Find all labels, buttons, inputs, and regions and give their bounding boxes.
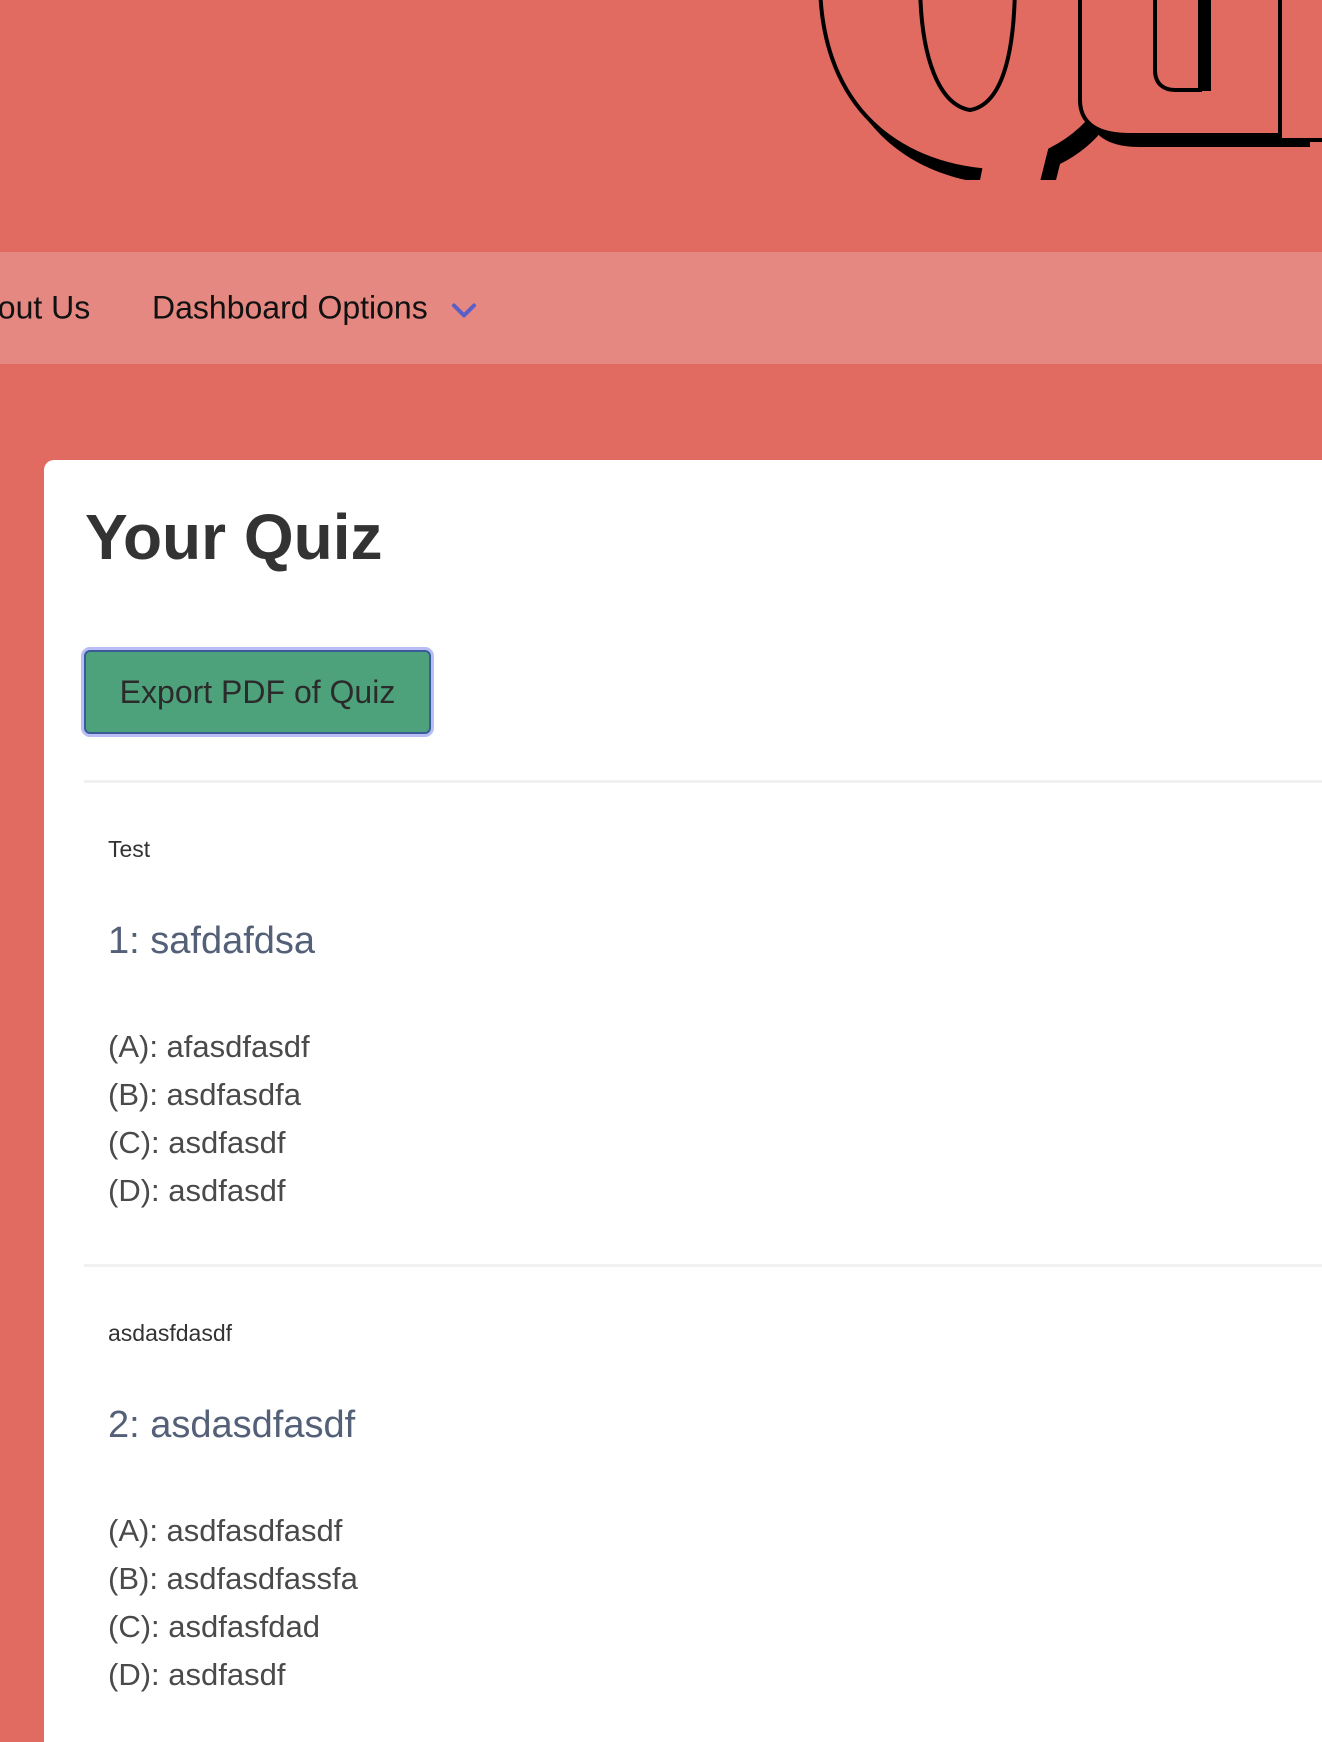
answer-option: (B): asdfasdfa [108,1077,301,1112]
export-pdf-button[interactable]: Export PDF of Quiz [84,650,431,734]
divider [84,780,1322,783]
answer-list: (A): asdfasdfasdf (B): asdfasdfassfa (C)… [108,1507,358,1699]
answer-option: (D): asdfasdf [108,1657,286,1692]
question-title: 2: asdasdfasdf [108,1404,356,1446]
page: Qu bout Us Dashboard Options Your Quiz E… [0,0,1322,1742]
divider [84,1264,1322,1267]
page-title: Your Quiz [85,501,383,573]
site-logo[interactable]: Qu [780,0,1322,180]
nav-dashboard-label: Dashboard Options [152,289,428,326]
question-note: asdasfdasdf [108,1320,233,1346]
answer-option: (B): asdfasdfassfa [108,1561,358,1596]
answer-option: (C): asdfasdf [108,1125,286,1160]
answer-list: (A): afasdfasdf (B): asdfasdfa (C): asdf… [108,1023,310,1215]
answer-option: (C): asdfasfdad [108,1609,320,1644]
header: Qu [0,0,1322,252]
answer-option: (A): asdfasdfasdf [108,1513,343,1548]
quiz-card: Your Quiz Export PDF of Quiz Test 1: saf… [44,460,1322,1742]
question-title: 1: safdafdsa [108,920,316,962]
answer-option: (D): asdfasdf [108,1173,286,1208]
answer-option: (A): afasdfasdf [108,1029,310,1064]
question-note: Test [108,836,151,862]
nav-about-us[interactable]: bout Us [0,290,90,327]
nav-dashboard-options[interactable]: Dashboard Options [152,290,478,327]
chevron-down-icon [451,303,476,317]
navbar: bout Us Dashboard Options [0,252,1322,364]
